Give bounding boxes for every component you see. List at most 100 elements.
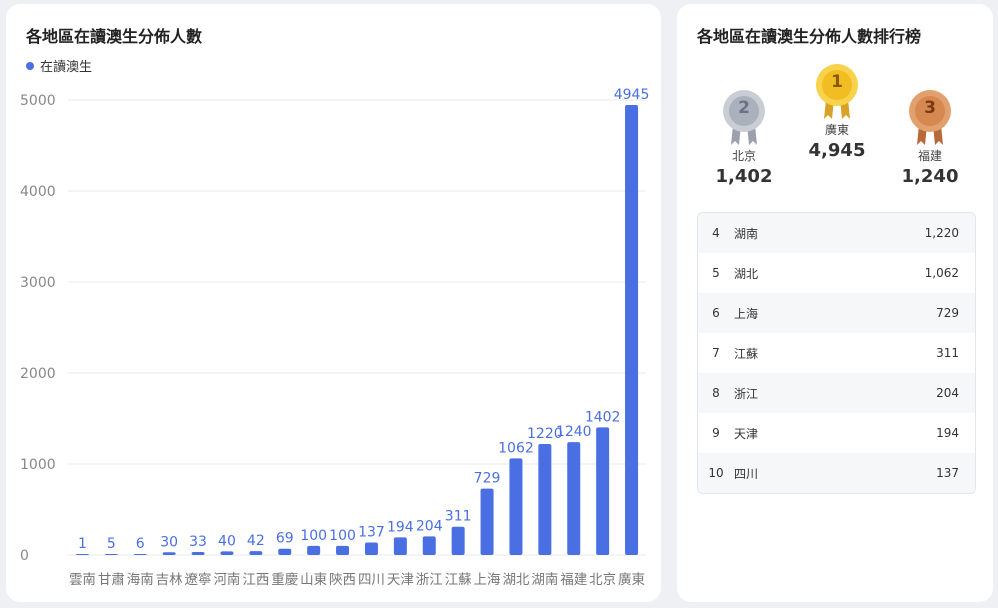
bar [278,548,292,555]
x-tick-label: 山東 [300,572,327,588]
x-tick-label: 甘肅 [98,572,125,588]
rank-region: 江蘇 [734,346,759,361]
data-label: 69 [276,531,294,547]
podium-third: 3 福建 1,240 [880,89,980,187]
ranking-row: 10 四川 137 [698,453,975,493]
data-label: 6 [136,536,145,552]
bar [75,554,89,555]
data-label: 204 [416,518,443,534]
rank-value: 311 [936,346,959,360]
bar [191,551,205,555]
bar [480,488,494,555]
data-label: 1 [78,536,87,552]
bar [307,545,321,555]
rank-value: 729 [936,306,959,320]
ranking-row: 7 江蘇 311 [698,333,975,373]
ranking-row: 6 上海 729 [698,293,975,333]
y-tick-label: 4000 [20,184,56,200]
x-tick-label: 吉林 [156,572,183,588]
data-label: 137 [358,525,385,541]
rank-region: 上海 [734,306,759,321]
rank-number: 6 [712,306,720,320]
podium-value: 1,402 [715,166,773,187]
data-label: 100 [300,528,327,544]
x-tick-label: 湖南 [531,572,558,588]
x-tick-label: 浙江 [416,572,443,588]
rank-number: 9 [712,426,720,440]
x-tick-label: 遼寧 [185,571,212,588]
podium-name: 福建 [917,149,942,163]
y-tick-label: 0 [20,548,29,564]
rank-value: 137 [936,466,959,480]
bar [133,554,147,555]
gold-medal-icon: 1 [812,63,862,119]
data-label: 5 [107,536,116,552]
data-label: 33 [189,534,207,550]
rank-value: 194 [936,426,959,440]
ranking-row: 4 湖南 1,220 [698,213,975,253]
podium-name: 北京 [731,149,756,163]
podium-name: 廣東 [824,123,849,137]
rank-region: 浙江 [734,386,759,401]
ranking-row: 9 天津 194 [698,413,975,453]
x-tick-label: 湖北 [502,572,529,588]
rank-region: 四川 [734,466,759,481]
y-tick-label: 1000 [20,457,56,473]
y-tick-label: 2000 [20,366,56,382]
podium-first: 1 廣東 4,945 [787,63,887,161]
data-label: 1240 [556,424,592,440]
bar [596,427,610,555]
rank-number: 8 [712,386,720,400]
data-label: 40 [218,533,236,549]
x-tick-label: 河南 [213,572,240,588]
x-tick-label: 江西 [242,572,269,588]
data-label: 30 [160,534,178,550]
data-label: 311 [445,509,472,525]
chart-card: 各地區在讀澳生分佈人數 在讀澳生 0 1000 2000 3000 4000 5000 1 雲… [6,4,661,602]
bronze-medal-icon: 3 [905,89,955,145]
x-tick-label: 雲南 [69,572,96,588]
bar [625,105,639,555]
ranking-row: 5 湖北 1,062 [698,253,975,293]
rank-region: 湖南 [734,226,759,241]
rank-region: 湖北 [734,266,759,281]
data-label: 1402 [585,409,621,425]
podium-rank: 1 [831,72,843,92]
bar [249,551,263,555]
bar [451,526,465,555]
bar [538,443,552,555]
y-tick-label: 5000 [20,93,56,109]
x-tick-label: 廣東 [618,571,645,588]
rank-region: 天津 [734,426,759,441]
silver-medal-icon: 2 [719,89,769,145]
x-tick-label: 福建 [560,572,587,588]
rank-number: 5 [712,266,720,280]
data-label: 194 [387,519,414,535]
bar [220,551,234,555]
bar [104,554,118,555]
data-label: 1062 [498,440,534,456]
bar [393,537,407,555]
x-tick-label: 重慶 [271,572,298,588]
bar [162,552,176,555]
bar [567,442,581,555]
x-tick-label: 海南 [127,572,154,588]
bar [509,458,523,555]
data-label: 42 [247,533,265,549]
rank-number: 4 [712,226,720,240]
data-label: 4945 [614,87,650,103]
rank-value: 1,220 [924,226,959,240]
podium-rank: 2 [738,98,750,118]
rank-value: 1,062 [924,266,959,280]
podium-value: 1,240 [901,166,959,187]
data-label: 729 [474,471,501,487]
x-tick-label: 江蘇 [445,572,472,588]
x-tick-label: 四川 [358,572,385,588]
bar [422,536,436,555]
podium-value: 4,945 [808,140,866,161]
x-tick-label: 陝西 [329,572,356,588]
x-tick-label: 北京 [589,572,616,588]
podium-rank: 3 [924,98,936,118]
rank-number: 10 [708,466,724,480]
rank-number: 7 [712,346,720,360]
